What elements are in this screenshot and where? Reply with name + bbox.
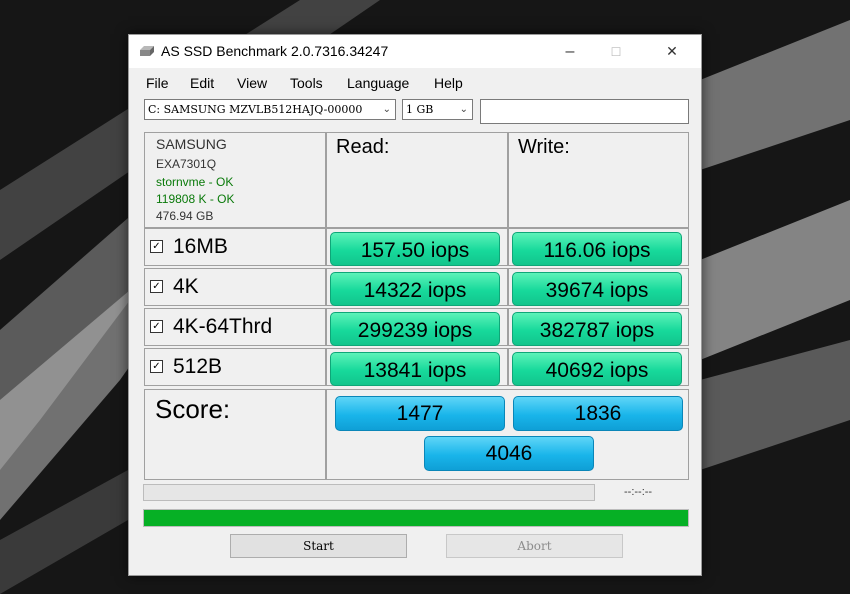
alignment-status: 119808 K - OK bbox=[156, 192, 235, 206]
maximize-button[interactable]: ☐ bbox=[593, 35, 639, 68]
row-label-16mb: 16MB bbox=[173, 235, 228, 258]
ssd-drive-icon bbox=[140, 46, 154, 56]
drive-vendor: SAMSUNG bbox=[156, 136, 227, 152]
score-panel: 1477 1836 4046 bbox=[326, 389, 689, 480]
checkbox-checked-icon[interactable]: ✓ bbox=[150, 360, 163, 373]
write-cell-4k: 39674 iops bbox=[508, 268, 689, 306]
read-cell-4k-64thrd: 299239 iops bbox=[326, 308, 508, 346]
menu-help[interactable]: Help bbox=[434, 75, 463, 91]
read-header: Read: bbox=[336, 136, 390, 158]
driver-status: stornvme - OK bbox=[156, 175, 234, 189]
read-result-512b: 13841 iops bbox=[330, 352, 500, 386]
read-score: 1477 bbox=[335, 396, 505, 431]
size-select-value: 1 GB bbox=[406, 103, 434, 116]
menu-tools[interactable]: Tools bbox=[290, 75, 323, 91]
menu-edit[interactable]: Edit bbox=[190, 75, 214, 91]
read-result-4k-64thrd: 299239 iops bbox=[330, 312, 500, 346]
row-4k-64thrd: ✓ 4K-64Thrd bbox=[144, 308, 326, 346]
write-score: 1836 bbox=[513, 396, 683, 431]
drive-capacity: 476.94 GB bbox=[156, 209, 214, 223]
size-select[interactable]: 1 GB ⌄ bbox=[402, 99, 473, 120]
close-button[interactable]: ✕ bbox=[649, 35, 695, 68]
write-result-512b: 40692 iops bbox=[512, 352, 682, 386]
write-cell-16mb: 116.06 iops bbox=[508, 228, 689, 266]
drive-select-value: C: SAMSUNG MZVLB512HAJQ-00000 bbox=[148, 103, 363, 116]
read-cell-512b: 13841 iops bbox=[326, 348, 508, 386]
row-label-512b: 512B bbox=[173, 355, 223, 378]
write-result-4k-64thrd: 382787 iops bbox=[512, 312, 682, 346]
write-cell-4k-64thrd: 382787 iops bbox=[508, 308, 689, 346]
read-result-16mb: 157.50 iops bbox=[330, 232, 500, 266]
score-label: Score: bbox=[155, 394, 231, 424]
checkbox-checked-icon[interactable]: ✓ bbox=[150, 320, 163, 333]
notes-input[interactable] bbox=[480, 99, 689, 124]
window-title: AS SSD Benchmark 2.0.7316.34247 bbox=[161, 43, 389, 59]
total-score: 4046 bbox=[424, 436, 594, 471]
test-progress-bar bbox=[143, 484, 595, 501]
read-cell-4k: 14322 iops bbox=[326, 268, 508, 306]
abort-button[interactable]: Abort bbox=[446, 534, 623, 558]
read-header-cell: Read: bbox=[326, 132, 508, 228]
drive-info-panel: SAMSUNG EXA7301Q stornvme - OK 119808 K … bbox=[144, 132, 326, 228]
chevron-down-icon: ⌄ bbox=[382, 104, 391, 115]
as-ssd-window: AS SSD Benchmark 2.0.7316.34247 – ☐ ✕ Fi… bbox=[128, 34, 702, 576]
title-bar[interactable]: AS SSD Benchmark 2.0.7316.34247 – ☐ ✕ bbox=[129, 35, 701, 68]
row-label-4k: 4K bbox=[173, 275, 199, 298]
drive-select[interactable]: C: SAMSUNG MZVLB512HAJQ-00000 ⌄ bbox=[144, 99, 396, 120]
row-16mb: ✓ 16MB bbox=[144, 228, 326, 266]
start-button[interactable]: Start bbox=[230, 534, 407, 558]
write-cell-512b: 40692 iops bbox=[508, 348, 689, 386]
score-label-cell: Score: bbox=[144, 389, 326, 480]
read-result-4k: 14322 iops bbox=[330, 272, 500, 306]
row-512b: ✓ 512B bbox=[144, 348, 326, 386]
overall-progress-bar bbox=[143, 509, 689, 527]
read-cell-16mb: 157.50 iops bbox=[326, 228, 508, 266]
checkbox-checked-icon[interactable]: ✓ bbox=[150, 280, 163, 293]
row-label-4k-64thrd: 4K-64Thrd bbox=[173, 315, 273, 338]
menu-bar: File Edit View Tools Language Help bbox=[129, 71, 701, 95]
write-result-16mb: 116.06 iops bbox=[512, 232, 682, 266]
chevron-down-icon: ⌄ bbox=[459, 104, 468, 115]
drive-model: EXA7301Q bbox=[156, 157, 217, 171]
menu-language[interactable]: Language bbox=[347, 75, 409, 91]
write-result-4k: 39674 iops bbox=[512, 272, 682, 306]
write-header: Write: bbox=[518, 136, 570, 158]
menu-file[interactable]: File bbox=[146, 75, 169, 91]
checkbox-checked-icon[interactable]: ✓ bbox=[150, 240, 163, 253]
write-header-cell: Write: bbox=[508, 132, 689, 228]
menu-view[interactable]: View bbox=[237, 75, 267, 91]
elapsed-time: --:--:-- bbox=[624, 486, 653, 498]
minimize-button[interactable]: – bbox=[547, 35, 593, 68]
row-4k: ✓ 4K bbox=[144, 268, 326, 306]
